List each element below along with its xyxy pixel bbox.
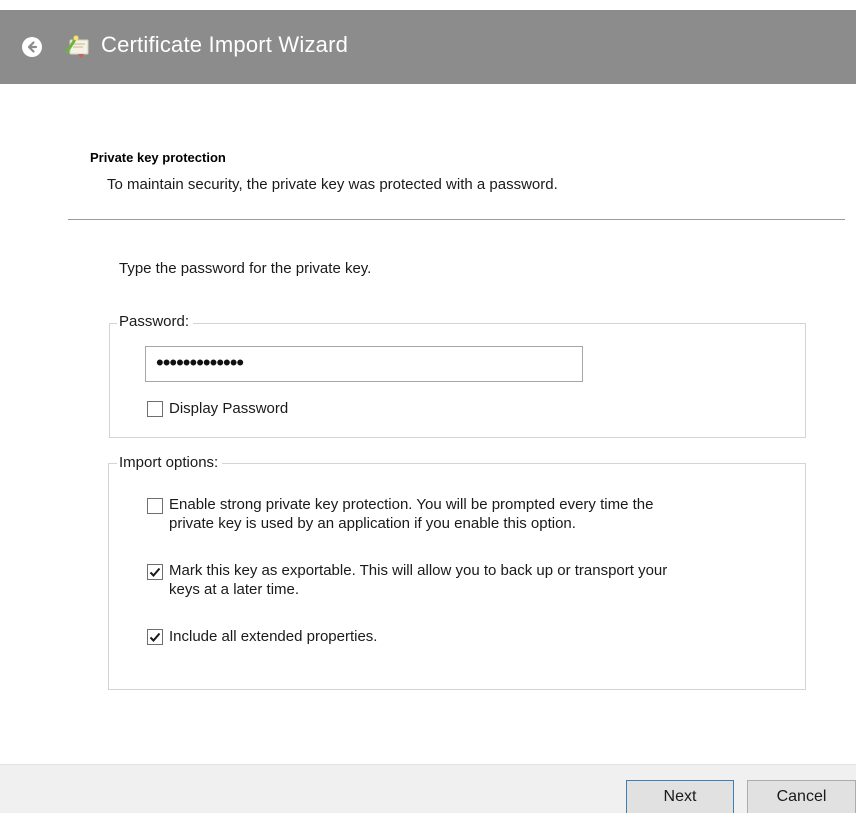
password-field[interactable]: ••••••••••••• <box>145 346 583 382</box>
strong-protection-label: Enable strong private key protection. Yo… <box>169 495 653 533</box>
cancel-button[interactable]: Cancel <box>747 780 856 813</box>
checkmark-icon <box>149 567 161 577</box>
header-divider <box>68 219 845 220</box>
wizard-window: Certificate Import Wizard Private key pr… <box>0 0 856 813</box>
extended-properties-label: Include all extended properties. <box>169 628 378 645</box>
display-password-label: Display Password <box>169 400 289 417</box>
strong-protection-line-2: private key is used by an application if… <box>169 515 576 532</box>
display-password-checkbox[interactable] <box>147 401 163 417</box>
password-prompt: Type the password for the private key. <box>119 260 372 277</box>
page-description: To maintain security, the private key wa… <box>107 176 558 193</box>
extended-properties-checkbox[interactable] <box>147 629 163 645</box>
back-arrow-icon[interactable] <box>22 37 42 57</box>
window-title: Certificate Import Wizard <box>101 32 349 57</box>
checkmark-icon <box>149 632 161 642</box>
mark-exportable-checkbox[interactable] <box>147 564 163 580</box>
strong-protection-line-1: Enable strong private key protection. Yo… <box>169 496 654 513</box>
import-options-label: Import options: <box>117 454 223 471</box>
password-value: ••••••••••••• <box>156 350 244 375</box>
page-heading: Private key protection <box>90 150 226 165</box>
next-button[interactable]: Next <box>626 780 734 813</box>
strong-protection-checkbox[interactable] <box>147 498 163 514</box>
mark-exportable-label: Mark this key as exportable. This will a… <box>169 561 667 599</box>
title-bar: Certificate Import Wizard <box>0 10 856 84</box>
password-group-label: Password: <box>117 313 194 330</box>
mark-exportable-line-2: keys at a later time. <box>169 581 300 598</box>
certificate-wizard-icon <box>64 34 92 60</box>
mark-exportable-line-1: Mark this key as exportable. This will a… <box>169 562 668 579</box>
